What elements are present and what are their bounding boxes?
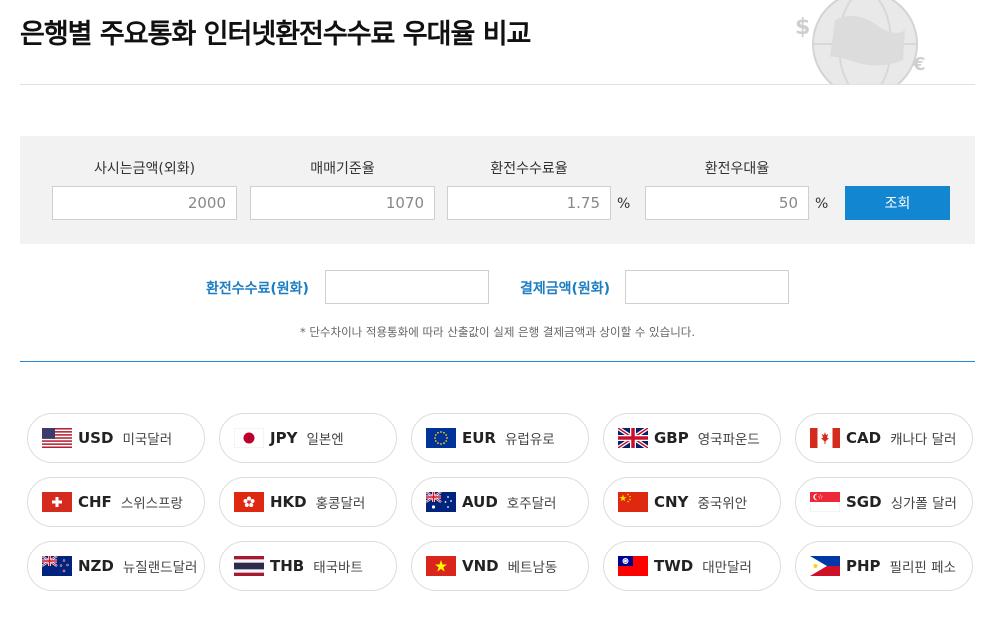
- currency-name: 중국위안: [697, 496, 748, 512]
- currency-button-cad[interactable]: CAD 캐나다 달러: [795, 413, 973, 463]
- hk-flag-icon: [234, 492, 264, 512]
- currency-name: 일본엔: [306, 432, 344, 448]
- currency-button-aud[interactable]: AUD 호주달러: [411, 477, 589, 527]
- payment-result-label: 결제금액(원화): [520, 281, 611, 297]
- currency-code: GBP: [654, 429, 689, 447]
- currency-code: NZD: [78, 557, 114, 575]
- currency-code: PHP: [846, 557, 881, 575]
- currency-button-nzd[interactable]: NZD 뉴질랜드달러: [27, 541, 205, 591]
- globe-currency-icon: $ €: [785, 0, 945, 84]
- currency-button-eur[interactable]: EUR 유럽유로: [411, 413, 589, 463]
- currency-name: 태국바트: [313, 560, 363, 576]
- currency-button-twd[interactable]: TWD 대만달러: [603, 541, 781, 591]
- currency-name: 호주달러: [506, 496, 557, 512]
- jp-flag-icon: [234, 428, 264, 448]
- ph-flag-icon: [810, 556, 840, 576]
- cash-amount-label: 사시는금액(외화): [93, 161, 196, 177]
- ch-flag-icon: [42, 492, 72, 512]
- currency-button-hkd[interactable]: HKD 홍콩달러: [219, 477, 397, 527]
- currency-button-php[interactable]: PHP 필리핀 페소: [795, 541, 973, 591]
- currency-name: 필리핀 페소: [889, 560, 956, 576]
- currency-code: TWD: [654, 557, 694, 575]
- currency-code: CHF: [78, 493, 112, 511]
- currency-name: 대만달러: [702, 560, 752, 576]
- currency-code: HKD: [270, 493, 307, 511]
- fee-result-field[interactable]: [325, 270, 489, 304]
- currency-button-sgd[interactable]: SGD 싱가폴 달러: [795, 477, 973, 527]
- au-flag-icon: [426, 492, 456, 512]
- base-rate-label: 매매기준율: [310, 161, 375, 177]
- section-divider: [20, 361, 975, 362]
- th-flag-icon: [234, 556, 264, 576]
- tw-flag-icon: [618, 556, 648, 576]
- cn-flag-icon: [618, 492, 648, 512]
- currency-name: 스위스프랑: [120, 496, 183, 512]
- currency-name: 영국파운드: [697, 432, 760, 448]
- currency-button-vnd[interactable]: VND 베트남동: [411, 541, 589, 591]
- currency-name: 유럽유로: [504, 432, 555, 448]
- currency-button-chf[interactable]: CHF 스위스프랑: [27, 477, 205, 527]
- eu-flag-icon: [426, 428, 456, 448]
- us-flag-icon: [42, 428, 72, 448]
- fee-result-label: 환전수수료(원화): [206, 281, 309, 297]
- preferential-rate-label: 환전우대율: [704, 161, 770, 177]
- svg-text:€: €: [912, 54, 926, 75]
- currency-name: 싱가폴 달러: [890, 496, 957, 512]
- fee-rate-unit: %: [617, 196, 631, 212]
- currency-button-usd[interactable]: USD 미국달러: [27, 413, 205, 463]
- currency-code: THB: [270, 557, 305, 575]
- currency-button-jpy[interactable]: JPY 일본엔: [219, 413, 397, 463]
- lookup-button[interactable]: 조회: [845, 186, 950, 220]
- cash-amount-input[interactable]: [52, 186, 237, 220]
- preferential-rate-unit: %: [815, 196, 829, 212]
- disclaimer-note: * 단수차이나 적용통화에 따라 산출값이 실제 은행 결제금액과 상이할 수 …: [299, 325, 696, 339]
- base-rate-input[interactable]: [250, 186, 435, 220]
- currency-code: VND: [462, 557, 499, 575]
- currency-code: EUR: [462, 429, 496, 447]
- ca-flag-icon: [810, 428, 840, 448]
- currency-code: AUD: [462, 493, 498, 511]
- preferential-rate-input[interactable]: [645, 186, 809, 220]
- nz-flag-icon: [42, 556, 72, 576]
- currency-name: 미국달러: [122, 432, 173, 448]
- fee-rate-label: 환전수수료율: [490, 161, 568, 177]
- currency-code: USD: [78, 429, 114, 447]
- currency-name: 캐나다 달러: [890, 432, 957, 448]
- currency-button-cny[interactable]: CNY 중국위안: [603, 477, 781, 527]
- title-divider: [20, 84, 975, 85]
- currency-name: 홍콩달러: [315, 496, 366, 512]
- calculator-panel: 사시는금액(외화) 매매기준율 환전수수료율 % 환전우대율 % 조회: [20, 136, 975, 244]
- currency-code: CAD: [846, 429, 882, 447]
- vn-flag-icon: [426, 556, 456, 576]
- currency-code: CNY: [654, 493, 689, 511]
- svg-text:$: $: [795, 15, 810, 40]
- fee-rate-input[interactable]: [447, 186, 611, 220]
- currency-button-gbp[interactable]: GBP 영국파운드: [603, 413, 781, 463]
- currency-code: JPY: [270, 429, 298, 447]
- gb-flag-icon: [618, 428, 648, 448]
- page-title: 은행별 주요통화 인터넷환전수수료 우대율 비교: [20, 19, 531, 50]
- sg-flag-icon: [810, 492, 840, 512]
- currency-name: 뉴질랜드달러: [122, 560, 198, 576]
- currency-code: SGD: [846, 493, 882, 511]
- currency-button-thb[interactable]: THB 태국바트: [219, 541, 397, 591]
- currency-name: 베트남동: [507, 560, 558, 576]
- payment-result-field[interactable]: [625, 270, 789, 304]
